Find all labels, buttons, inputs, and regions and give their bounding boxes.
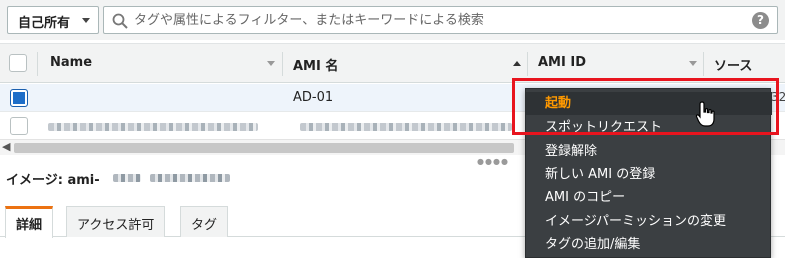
scroll-left-icon[interactable]: ◀	[2, 140, 10, 153]
tab-permissions[interactable]: アクセス許可	[66, 206, 166, 237]
scrollbar-thumb[interactable]	[14, 143, 514, 153]
column-header-source[interactable]: ソース	[714, 55, 752, 74]
chevron-down-icon	[82, 18, 90, 23]
row-checkbox[interactable]	[10, 117, 28, 135]
sort-icon[interactable]	[513, 61, 521, 66]
menu-item-modify-permissions[interactable]: イメージパーミッションの変更	[526, 210, 772, 233]
column-divider	[527, 52, 528, 76]
redacted-ami-name	[300, 123, 512, 131]
select-all-checkbox[interactable]	[9, 54, 27, 72]
sort-icon[interactable]	[689, 61, 697, 66]
redacted-ami-id	[150, 174, 230, 182]
highlight-callout-box	[512, 78, 779, 135]
column-header-ami-id[interactable]: AMI ID	[538, 55, 586, 70]
column-divider	[37, 52, 38, 76]
menu-item-register-new-ami[interactable]: 新しい AMI の登録	[526, 163, 772, 186]
search-input[interactable]	[134, 10, 734, 30]
redacted-ami-id	[113, 174, 141, 182]
tab-details[interactable]: 詳細	[5, 206, 54, 238]
menu-item-deregister[interactable]: 登録解除	[526, 140, 772, 163]
redacted-name	[48, 123, 258, 131]
column-divider	[703, 52, 704, 76]
search-icon	[112, 13, 128, 29]
table-header: Name AMI 名 AMI ID ソース	[0, 43, 785, 83]
resize-grip-icon[interactable]: ●●●●	[477, 157, 509, 166]
detail-pane-title: イメージ: ami-	[6, 173, 100, 188]
tab-tags[interactable]: タグ	[180, 206, 229, 237]
owner-filter-label: 自己所有	[18, 16, 71, 31]
column-divider	[282, 52, 283, 76]
sort-icon[interactable]	[267, 61, 275, 66]
menu-item-add-edit-tags[interactable]: タグの追加/編集	[526, 233, 772, 256]
help-icon[interactable]: ?	[752, 12, 769, 29]
row-ami-name: AD-01	[293, 90, 334, 105]
search-box[interactable]: ?	[103, 6, 778, 34]
row-checkbox[interactable]	[10, 89, 28, 107]
pointer-cursor-icon	[695, 101, 715, 127]
menu-item-copy-ami[interactable]: AMI のコピー	[526, 186, 772, 209]
column-header-ami-name[interactable]: AMI 名	[293, 55, 338, 74]
column-header-name[interactable]: Name	[50, 55, 92, 70]
owner-filter-dropdown[interactable]: 自己所有	[7, 6, 99, 34]
filter-toolbar: 自己所有 ?	[0, 0, 785, 40]
